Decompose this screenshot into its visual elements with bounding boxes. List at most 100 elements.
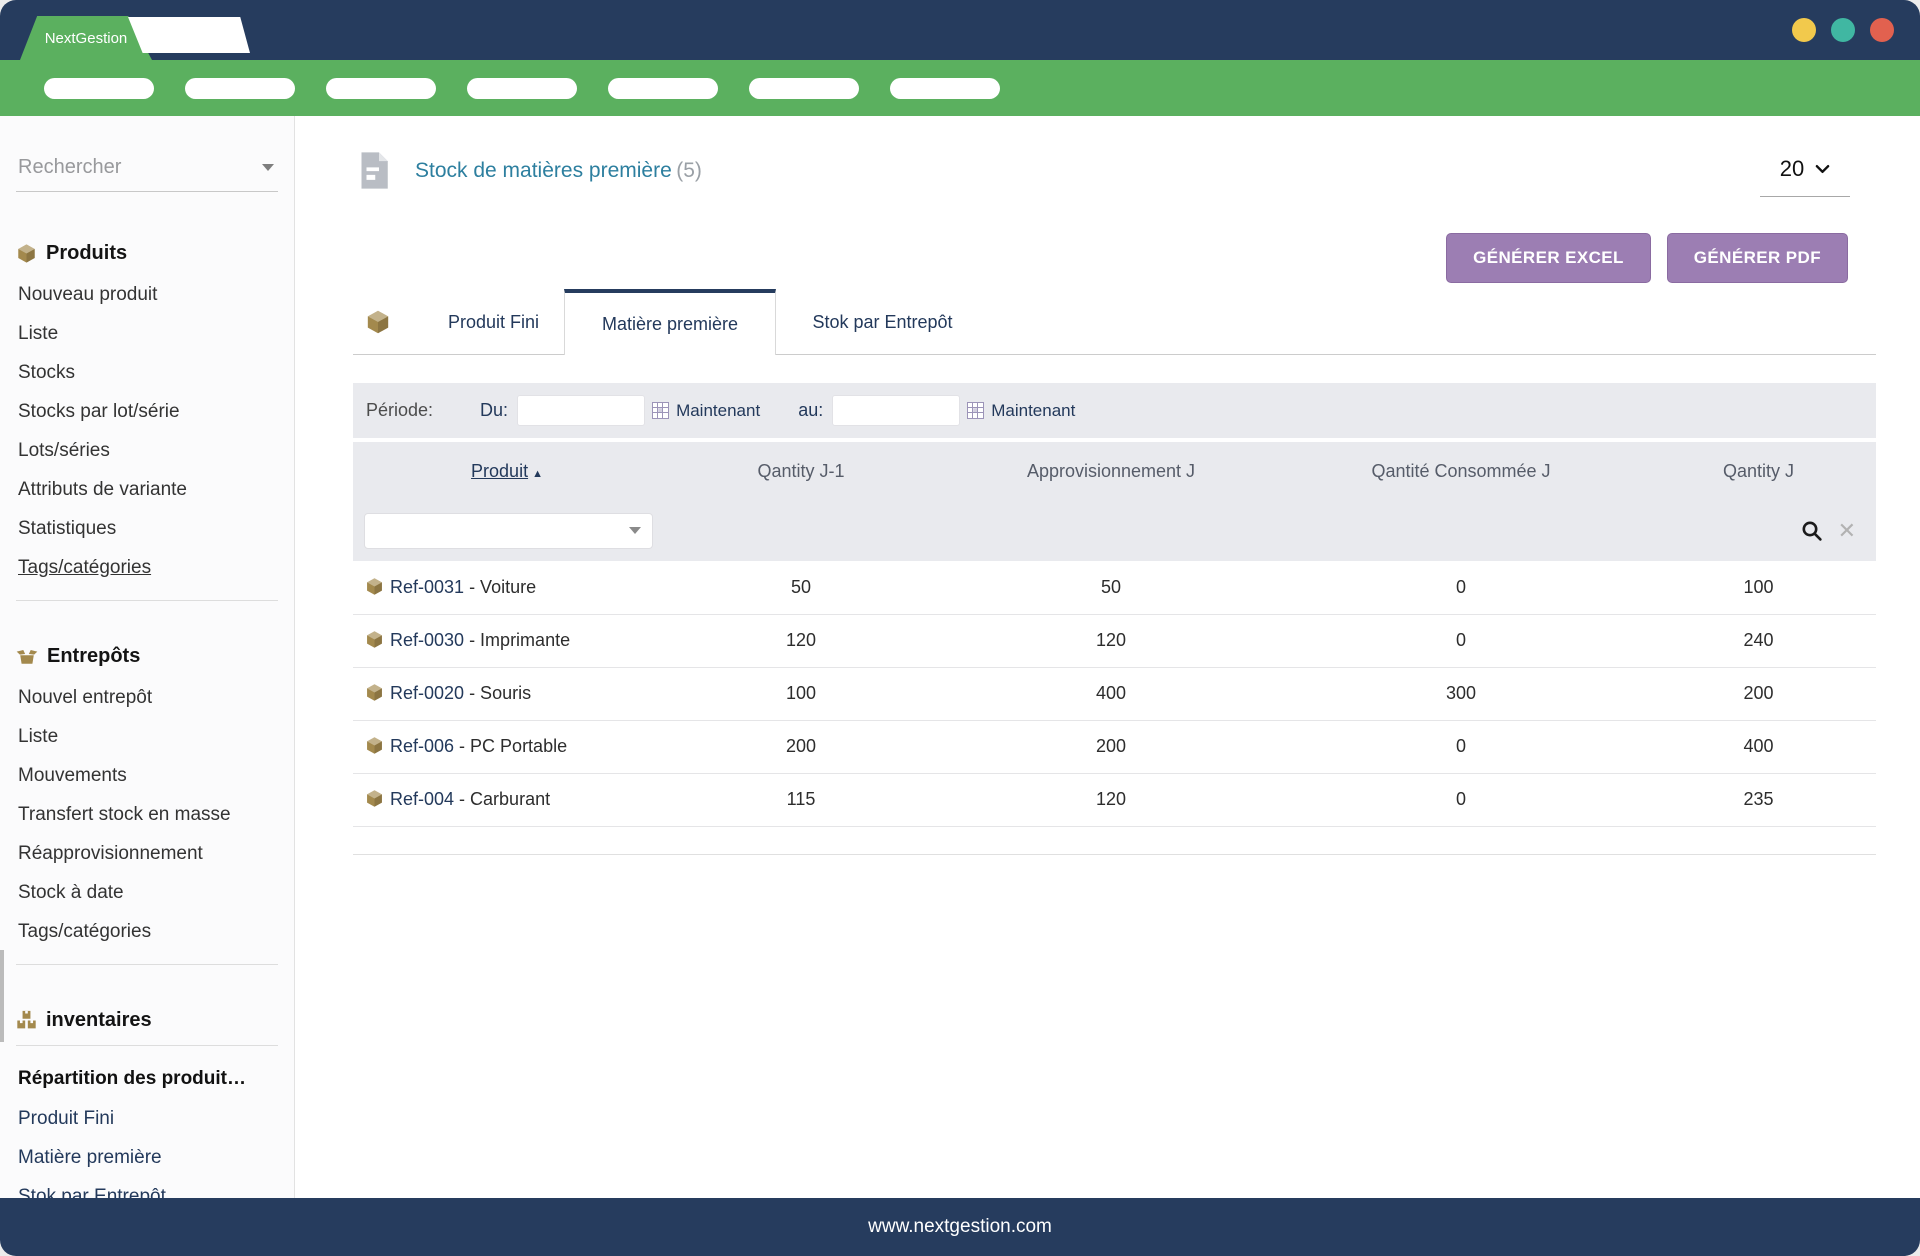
sidebar-item-stocks-par-lot-serie[interactable]: Stocks par lot/série: [16, 392, 278, 431]
nav-item-placeholder-6[interactable]: [749, 77, 859, 99]
date-to-input[interactable]: [832, 395, 961, 426]
sidebar-item-reapprovisionnement[interactable]: Réapprovisionnement: [16, 834, 278, 873]
box-icon: [367, 737, 382, 754]
qty-j1-cell: 200: [661, 720, 941, 774]
nav-item-placeholder-4[interactable]: [467, 77, 577, 99]
sidebar-item-tags-categories-produits[interactable]: Tags/catégories: [16, 548, 278, 587]
window-controls: [1792, 18, 1894, 42]
maintenant-link-from[interactable]: Maintenant: [676, 401, 760, 421]
chevron-down-icon: [262, 164, 274, 171]
appro-j-cell: 200: [941, 720, 1281, 774]
sidebar-item-transfert-stock-en-masse[interactable]: Transfert stock en masse: [16, 795, 278, 834]
main-nav-bar: [0, 60, 1920, 116]
appro-j-cell: 400: [941, 667, 1281, 721]
search-placeholder: Rechercher: [18, 156, 122, 178]
conso-j-cell: 0: [1281, 614, 1641, 668]
appro-j-cell: 50: [941, 561, 1281, 615]
chevron-down-icon: [1815, 164, 1830, 174]
tab-produit-fini[interactable]: Produit Fini: [423, 289, 564, 355]
sidebar-divider: [16, 964, 278, 965]
table-row: Ref-006 - PC Portable 200 200 0 400: [353, 720, 1876, 774]
title-bar: NextGestion: [0, 0, 1920, 60]
generate-excel-button[interactable]: GÉNÉRER EXCEL: [1446, 233, 1651, 283]
sidebar-item-tags-categories-entrepots[interactable]: Tags/catégories: [16, 912, 278, 951]
window-button-close[interactable]: [1870, 18, 1894, 42]
table-row: Ref-004 - Carburant 115 120 0 235: [353, 773, 1876, 827]
sidebar-item-matiere-premiere[interactable]: Matière première: [16, 1138, 278, 1177]
sidebar-section-entrepots: Entrepôts: [16, 645, 278, 668]
qty-j1-cell: 100: [661, 667, 941, 721]
product-name: - Souris: [464, 683, 532, 703]
maintenant-link-to[interactable]: Maintenant: [991, 401, 1075, 421]
tab-matiere-premiere[interactable]: Matière première: [564, 289, 776, 355]
sidebar-item-produit-fini[interactable]: Produit Fini: [16, 1099, 278, 1138]
table-row: Ref-0030 - Imprimante 120 120 0 240: [353, 614, 1876, 668]
product-name: - Carburant: [454, 789, 551, 809]
nav-item-placeholder-7[interactable]: [890, 77, 1000, 99]
tab-stok-par-entrepot[interactable]: Stok par Entrepôt: [776, 289, 989, 355]
calendar-icon[interactable]: [652, 402, 670, 419]
qty-j-cell: 400: [1641, 720, 1876, 774]
qty-j1-cell: 120: [661, 614, 941, 668]
sidebar-item-mouvements[interactable]: Mouvements: [16, 756, 278, 795]
product-ref-link[interactable]: Ref-004: [390, 789, 454, 809]
qty-j1-cell: 115: [661, 773, 941, 827]
product-ref-link[interactable]: Ref-006: [390, 736, 454, 756]
sidebar-item-stok-par-entrepot[interactable]: Stok par Entrepôt: [16, 1177, 278, 1199]
appro-j-cell: 120: [941, 614, 1281, 668]
nav-item-placeholder-2[interactable]: [185, 77, 295, 99]
sidebar-item-nouveau-produit[interactable]: Nouveau produit: [16, 275, 278, 314]
export-actions: GÉNÉRER EXCEL GÉNÉRER PDF: [1446, 233, 1848, 283]
qty-j-cell: 100: [1641, 561, 1876, 615]
date-from-input[interactable]: [517, 395, 646, 426]
generate-pdf-button[interactable]: GÉNÉRER PDF: [1666, 233, 1848, 283]
box-open-icon: [16, 649, 38, 664]
box-icon: [367, 684, 382, 701]
nav-item-placeholder-3[interactable]: [326, 77, 436, 99]
box-icon: [367, 310, 389, 334]
product-ref-link[interactable]: Ref-0020: [390, 683, 464, 703]
blank-tab-placeholder[interactable]: [128, 17, 250, 53]
qty-j-cell: 200: [1641, 667, 1876, 721]
calendar-icon[interactable]: [967, 402, 985, 419]
du-label: Du:: [480, 400, 509, 420]
nav-item-placeholder-5[interactable]: [608, 77, 718, 99]
column-header-produit[interactable]: Produit ▲: [353, 442, 661, 500]
periode-filter-bar: Période: Du: Maintenant au: Maintenant: [353, 383, 1876, 438]
sidebar-item-statistiques[interactable]: Statistiques: [16, 509, 278, 548]
footer-url: www.nextgestion.com: [868, 1216, 1052, 1237]
sidebar-divider: [16, 600, 278, 601]
product-ref-link[interactable]: Ref-0031: [390, 577, 464, 597]
main-content: Stock de matières première (5) 20 GÉNÉRE…: [295, 116, 1920, 1198]
page-size-select[interactable]: 20: [1760, 156, 1850, 197]
sidebar-scrollbar[interactable]: [0, 950, 4, 1042]
au-label: au:: [798, 400, 824, 420]
table-row: Ref-0031 - Voiture 50 50 0 100: [353, 561, 1876, 615]
window-button-minimize[interactable]: [1792, 18, 1816, 42]
conso-j-cell: 0: [1281, 720, 1641, 774]
sidebar-item-nouvel-entrepot[interactable]: Nouvel entrepôt: [16, 678, 278, 717]
sidebar-item-liste-entrepots[interactable]: Liste: [16, 717, 278, 756]
clear-filter-icon[interactable]: ✕: [1838, 519, 1856, 542]
brand-logo-text: NextGestion: [44, 29, 128, 47]
sidebar-divider: [16, 1045, 278, 1046]
product-name: - PC Portable: [454, 736, 568, 756]
search-icon[interactable]: [1800, 519, 1824, 543]
sidebar-item-stock-a-date[interactable]: Stock à date: [16, 873, 278, 912]
window-button-maximize[interactable]: [1831, 18, 1855, 42]
sidebar-report-group-title[interactable]: Répartition des produit…: [16, 1059, 278, 1099]
product-ref-link[interactable]: Ref-0030: [390, 630, 464, 650]
appro-j-cell: 120: [941, 773, 1281, 827]
nav-item-placeholder-1[interactable]: [44, 77, 154, 99]
box-icon: [367, 578, 382, 595]
sidebar-item-stocks[interactable]: Stocks: [16, 353, 278, 392]
product-filter-select[interactable]: [364, 512, 653, 549]
box-icon: [367, 631, 382, 648]
sidebar-item-attributs-de-variante[interactable]: Attributs de variante: [16, 470, 278, 509]
stock-table: Produit ▲ Qantity J-1 Approvisionnement J…: [353, 442, 1876, 855]
qty-j-cell: 235: [1641, 773, 1876, 827]
sidebar-item-liste-produits[interactable]: Liste: [16, 314, 278, 353]
column-header-approvisionnement-j: Approvisionnement J: [941, 442, 1281, 500]
sidebar-item-lots-series[interactable]: Lots/séries: [16, 431, 278, 470]
search-input[interactable]: Rechercher: [16, 156, 278, 192]
